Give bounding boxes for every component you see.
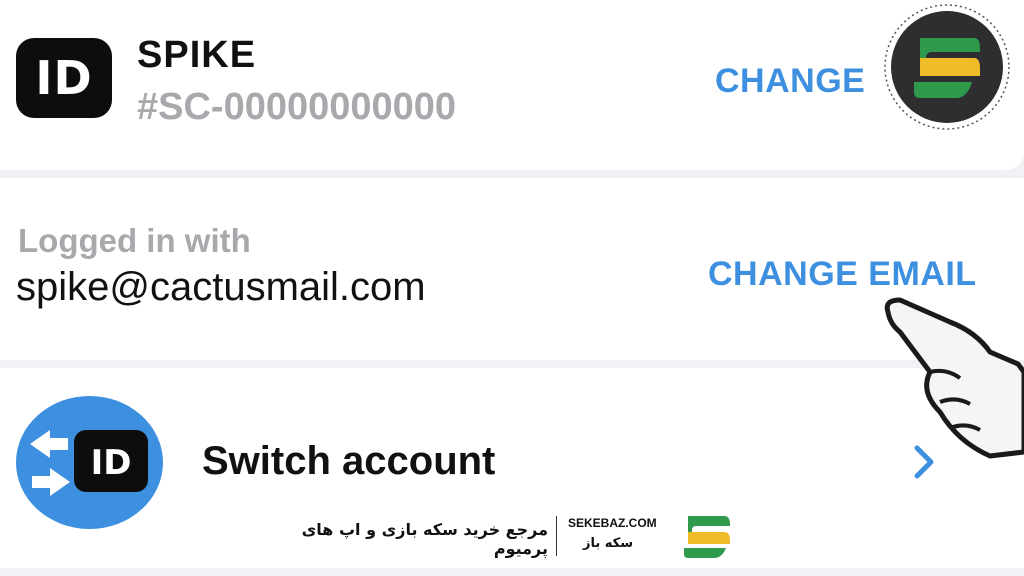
login-email: spike@cactusmail.com: [16, 265, 426, 309]
watermark-tagline: مرجع خرید سکه بازی و اپ های پرمیوم: [301, 520, 548, 558]
watermark-footer: مرجع خرید سکه بازی و اپ های پرمیوم SEKEB…: [288, 506, 748, 568]
watermark-brand: سکه باز: [582, 536, 633, 551]
watermark-site: SEKEBAZ.COM: [568, 516, 657, 530]
change-button[interactable]: CHANGE: [715, 62, 865, 101]
switch-badge-text: ID: [91, 443, 132, 483]
sekebaz-footer-logo: [684, 516, 730, 558]
logged-in-label: Logged in with: [18, 222, 251, 259]
account-row: ID SPIKE #SC-00000000000 CHANGE: [0, 0, 1024, 170]
switch-account-icon: ID: [16, 396, 163, 529]
watermark-divider: [556, 516, 557, 556]
sekebaz-logo: [880, 2, 1014, 132]
id-badge-text: ID: [35, 51, 93, 105]
pointing-hand-icon: [884, 297, 1024, 459]
account-name: SPIKE: [137, 34, 257, 76]
id-icon: ID: [16, 38, 112, 118]
change-email-button[interactable]: CHANGE EMAIL: [708, 255, 977, 294]
account-code: #SC-00000000000: [137, 86, 457, 128]
switch-account-label: Switch account: [202, 439, 496, 483]
